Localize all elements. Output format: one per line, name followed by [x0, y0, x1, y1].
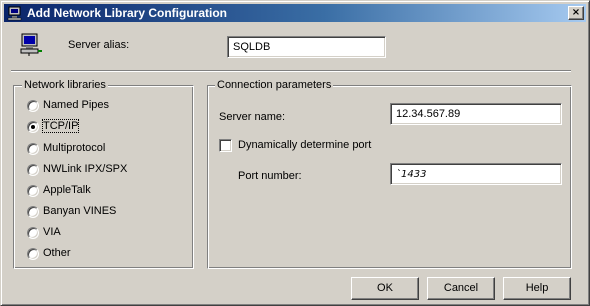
- radio-label: Named Pipes: [43, 99, 110, 111]
- server-alias-label: Server alias:: [68, 39, 130, 51]
- dynamic-port-label[interactable]: Dynamically determine port: [238, 139, 371, 151]
- radio-label: Other: [43, 247, 71, 259]
- network-libraries-group: [13, 85, 194, 269]
- radio-label: TCP/IP: [41, 119, 80, 133]
- radio-label: Multiprotocol: [43, 142, 106, 154]
- radio-label: NWLink IPX/SPX: [43, 163, 128, 175]
- radio-button[interactable]: [27, 227, 39, 239]
- radio-button[interactable]: [27, 100, 39, 112]
- cancel-button[interactable]: Cancel: [427, 277, 495, 300]
- ok-button[interactable]: OK: [351, 277, 419, 300]
- radio-label: VIA: [43, 226, 61, 238]
- server-name-input[interactable]: 12.34.567.89: [390, 103, 562, 125]
- computer-icon: [20, 33, 42, 56]
- title-bar[interactable]: Add Network Library Configuration ×: [4, 4, 586, 22]
- close-button[interactable]: ×: [568, 6, 584, 20]
- network-libraries-title: Network libraries: [22, 79, 108, 91]
- separator: [11, 70, 571, 72]
- port-number-input[interactable]: `1433: [390, 163, 562, 185]
- server-name-label: Server name:: [219, 111, 286, 123]
- close-icon: ×: [571, 7, 581, 18]
- connection-parameters-title: Connection parameters: [215, 79, 334, 91]
- radio-button[interactable]: [27, 185, 39, 197]
- radio-button-selected[interactable]: [27, 121, 39, 133]
- window-title: Add Network Library Configuration: [27, 6, 228, 20]
- radio-button[interactable]: [27, 143, 39, 155]
- radio-button[interactable]: [27, 164, 39, 176]
- app-icon: [7, 6, 22, 21]
- dialog-window: Add Network Library Configuration × Serv…: [0, 0, 590, 306]
- help-button[interactable]: Help: [503, 277, 571, 300]
- radio-button[interactable]: [27, 206, 39, 218]
- radio-button[interactable]: [27, 248, 39, 260]
- radio-label: Banyan VINES: [43, 205, 117, 217]
- port-number-label: Port number:: [238, 170, 302, 182]
- radio-label: AppleTalk: [43, 184, 91, 196]
- dynamic-port-checkbox[interactable]: [219, 139, 232, 152]
- server-alias-input[interactable]: SQLDB: [227, 36, 386, 58]
